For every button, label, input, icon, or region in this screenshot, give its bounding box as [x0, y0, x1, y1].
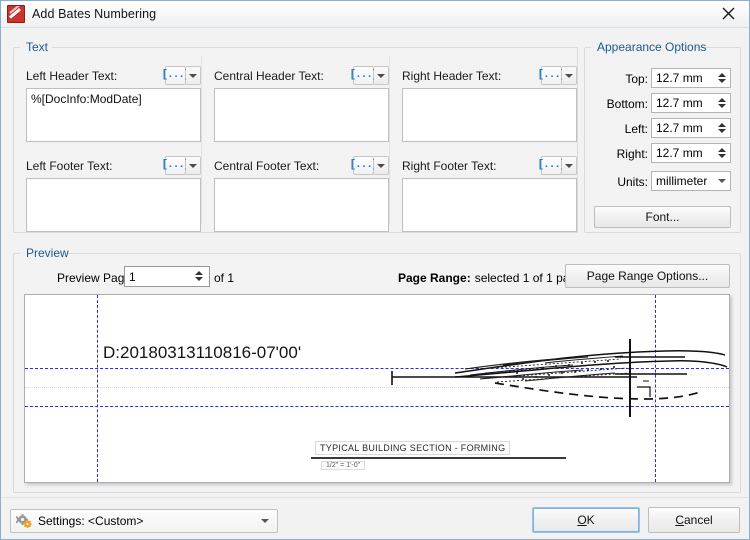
central-header-text-input[interactable]: [214, 88, 389, 142]
margin-top-row: Top: 12.7 mm: [585, 68, 740, 90]
appearance-group-title: Appearance Options: [597, 40, 707, 54]
margin-bottom-row: Bottom: 12.7 mm: [585, 93, 740, 115]
central-header-text-label: Central Header Text:: [214, 69, 324, 83]
cancel-button-rest: ancel: [683, 513, 713, 527]
central-footer-text-label: Central Footer Text:: [214, 159, 320, 173]
chevron-down-icon: [377, 73, 385, 78]
margin-right-label: Right:: [616, 147, 648, 161]
title-bar: Add Bates Numbering: [1, 1, 749, 28]
footer-separator: [1, 497, 749, 498]
central-header-macro-dropdown[interactable]: [374, 66, 389, 85]
margin-top-label: Top:: [625, 72, 648, 86]
stepper-down-icon: [718, 128, 726, 133]
stepper-up-icon: [195, 270, 203, 275]
left-footer-text-input[interactable]: [26, 178, 201, 232]
appearance-options-group: Appearance Options Top: 12.7 mm Bottom: …: [584, 40, 741, 233]
chevron-down-icon: [189, 73, 197, 78]
cancel-accelerator: C: [675, 513, 684, 527]
preview-page-stepper[interactable]: [192, 267, 206, 284]
right-footer-text-input[interactable]: [402, 178, 577, 232]
right-footer-text-label: Right Footer Text:: [402, 159, 497, 173]
chevron-down-icon: [189, 163, 197, 168]
stepper-up-icon: [718, 97, 726, 102]
ok-button-label: OK: [577, 513, 594, 527]
drawing-title-label: TYPICAL BUILDING SECTION - FORMING: [315, 441, 511, 455]
text-group: Text Left Header Text: [...] %[DocInfo:M…: [13, 40, 578, 233]
chevron-down-icon: [377, 163, 385, 168]
cancel-button-label: Cancel: [675, 513, 712, 527]
chevron-down-icon: [565, 163, 573, 168]
close-icon: [722, 7, 734, 20]
central-header-macro-button[interactable]: [...]: [350, 66, 379, 85]
margin-left-stepper[interactable]: [715, 119, 729, 136]
stepper-up-icon: [718, 147, 726, 152]
add-bates-numbering-dialog: Add Bates Numbering Text Left Header Tex…: [0, 0, 750, 540]
margin-left-row: Left: 12.7 mm: [585, 118, 740, 140]
right-header-macro-dropdown[interactable]: [562, 66, 577, 85]
right-footer-macro-dropdown[interactable]: [562, 156, 577, 175]
ok-accelerator: O: [577, 513, 587, 527]
margin-bottom-label: Bottom:: [606, 97, 648, 111]
stepper-down-icon: [718, 103, 726, 108]
left-footer-text-label: Left Footer Text:: [26, 159, 113, 173]
left-footer-macro-button[interactable]: [...]: [162, 156, 191, 175]
preview-group-title: Preview: [26, 246, 69, 260]
window-title: Add Bates Numbering: [32, 7, 157, 21]
page-range-prefix: Page Range:: [398, 271, 471, 285]
ok-button-rest: K: [586, 513, 595, 527]
page-range-options-button[interactable]: Page Range Options...: [565, 264, 730, 288]
stepper-up-icon: [718, 122, 726, 127]
preview-page-total: of 1: [214, 271, 235, 285]
left-header-macro-button[interactable]: [...]: [162, 66, 191, 85]
central-footer-macro-button[interactable]: [...]: [350, 156, 379, 175]
settings-preset-label: Settings: <Custom>: [38, 514, 144, 528]
page-preview-canvas[interactable]: D:20180313110816-07'00' TYPICAL BUILDING…: [24, 294, 730, 483]
drawing-title-rule: [311, 457, 566, 459]
right-header-text-input[interactable]: [402, 88, 577, 142]
units-row: Units: millimeter: [585, 171, 740, 193]
close-button[interactable]: [705, 1, 749, 26]
right-footer-macro-button[interactable]: [...]: [538, 156, 567, 175]
left-footer-macro-dropdown[interactable]: [186, 156, 201, 175]
preview-group: Preview Preview Page 1 of 1 Page Range: s…: [13, 246, 741, 493]
right-header-text-label: Right Header Text:: [402, 69, 502, 83]
drawing-scale-label: 1/2" = 1'-0": [321, 461, 366, 470]
margin-top-stepper[interactable]: [715, 69, 729, 86]
left-header-text-label: Left Header Text:: [26, 69, 118, 83]
stepper-up-icon: [718, 72, 726, 77]
chevron-down-icon: [565, 73, 573, 78]
margin-left-label: Left:: [624, 122, 648, 136]
right-header-macro-button[interactable]: [...]: [538, 66, 567, 85]
preview-page-label: Preview Page: [57, 271, 132, 285]
stepper-down-icon: [718, 153, 726, 158]
left-header-text-input[interactable]: %[DocInfo:ModDate]: [26, 88, 201, 142]
margin-right-stepper[interactable]: [715, 144, 729, 161]
stepper-down-icon: [718, 78, 726, 83]
central-footer-text-input[interactable]: [214, 178, 389, 232]
cancel-button[interactable]: Cancel: [648, 507, 740, 533]
chevron-down-icon: [261, 519, 269, 523]
page-range-status: Page Range: selected 1 of 1 pages: [398, 271, 589, 285]
settings-preset-select[interactable]: Settings: <Custom>: [10, 509, 278, 533]
margin-bottom-stepper[interactable]: [715, 94, 729, 111]
gear-icon: [15, 513, 33, 529]
central-footer-macro-dropdown[interactable]: [374, 156, 389, 175]
pdf-xchange-icon: [7, 5, 25, 23]
stepper-down-icon: [195, 276, 203, 281]
font-button[interactable]: Font...: [594, 206, 731, 228]
ok-button[interactable]: OK: [532, 507, 640, 533]
left-header-macro-dropdown[interactable]: [186, 66, 201, 85]
text-group-title: Text: [26, 40, 49, 54]
units-label: Units:: [617, 175, 648, 189]
margin-right-row: Right: 12.7 mm: [585, 143, 740, 165]
chevron-down-icon: [718, 179, 726, 183]
